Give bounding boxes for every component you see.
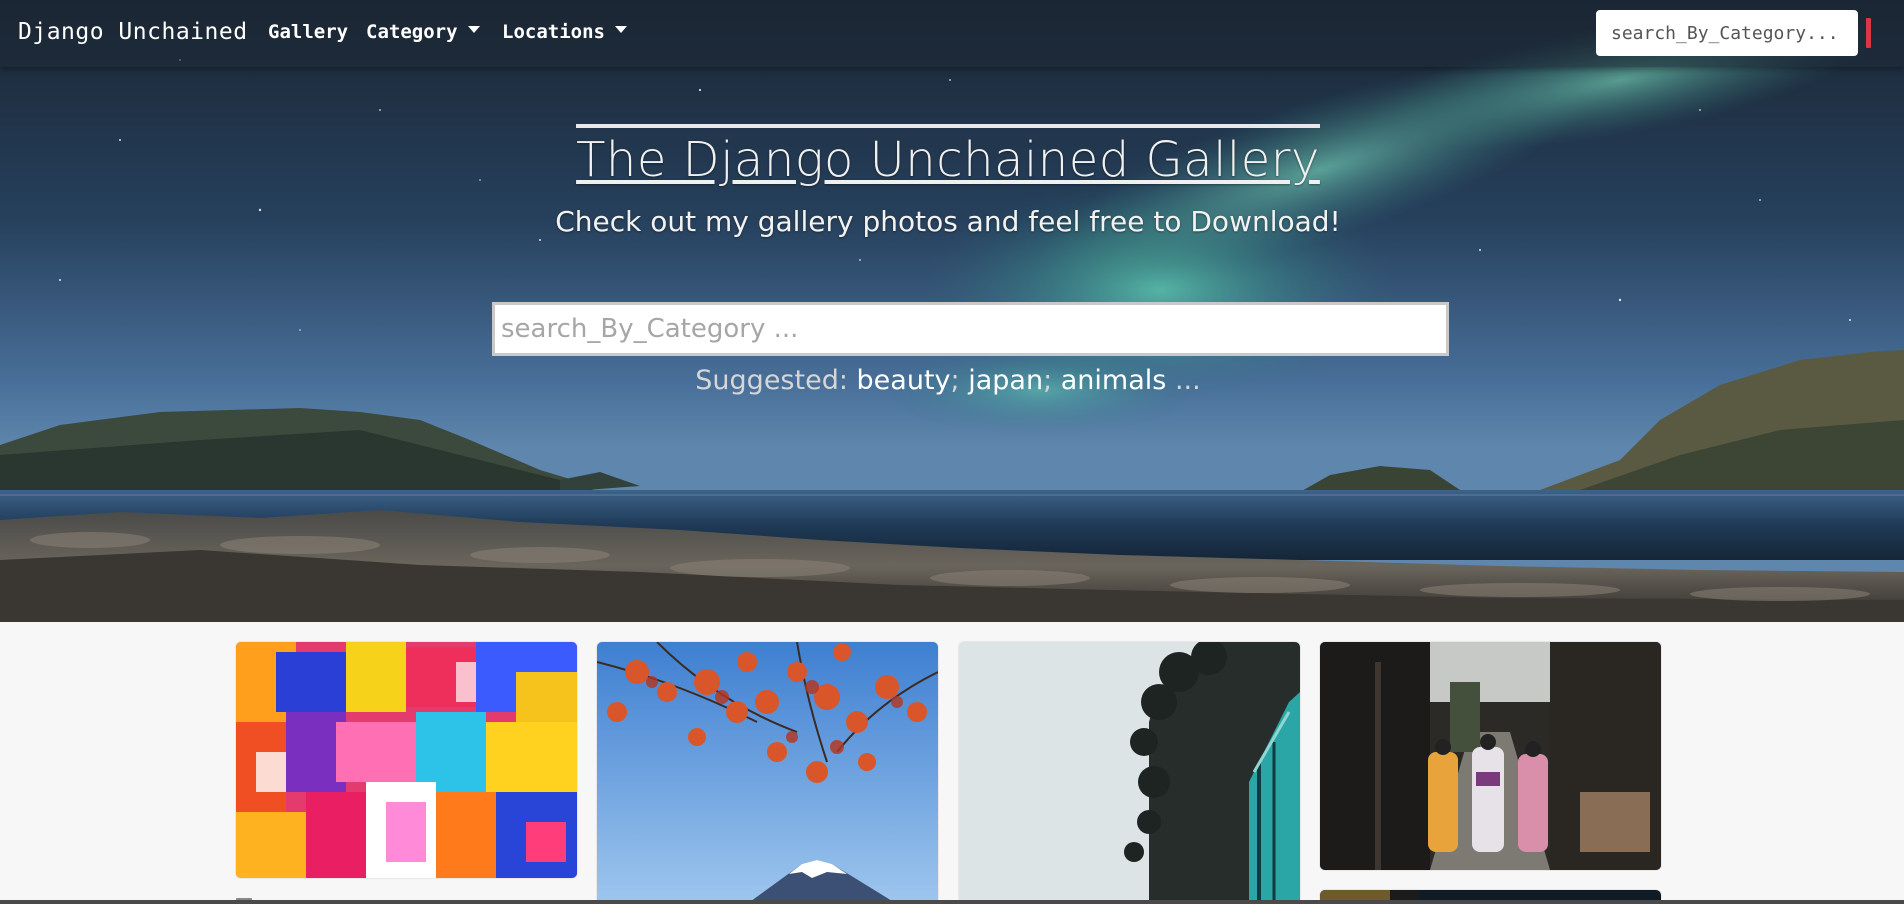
- suggested-label: Suggested:: [695, 365, 848, 396]
- navbar-search-input[interactable]: [1596, 10, 1858, 56]
- nav-locations-label: Locations: [502, 21, 605, 43]
- chevron-down-icon: [614, 26, 627, 33]
- horizontal-scrollbar[interactable]: [0, 900, 1904, 904]
- gallery-card-abstract[interactable]: [236, 642, 577, 878]
- gallery-card-kimono[interactable]: [1320, 642, 1661, 870]
- nav-gallery-link[interactable]: Gallery: [268, 21, 348, 43]
- suggested-tag-animals[interactable]: animals: [1061, 365, 1167, 396]
- nav-gallery-label: Gallery: [268, 21, 349, 43]
- gallery-card-fuji[interactable]: [597, 642, 938, 904]
- navbar: Django Unchained Gallery Category Locati…: [0, 0, 1904, 67]
- hero-subtitle: Check out my gallery photos and feel fre…: [555, 205, 1341, 238]
- search-submit-button[interactable]: [1866, 18, 1871, 48]
- gallery-card-forest[interactable]: [959, 642, 1300, 904]
- kimono-street-image: [1320, 642, 1661, 870]
- gallery-grid: [0, 622, 1904, 904]
- forest-train-image: [959, 642, 1300, 904]
- hero-title-wrapper: The Django Unchained Gallery: [0, 124, 1896, 188]
- abstract-painting-image: [236, 642, 577, 878]
- vertical-scrollbar[interactable]: [1896, 0, 1904, 904]
- nav-locations-dropdown[interactable]: Locations: [502, 21, 627, 43]
- suggested-more: ...: [1174, 365, 1201, 396]
- hero-search-input[interactable]: [492, 302, 1449, 356]
- brand-logo[interactable]: Django Unchained: [18, 19, 248, 45]
- hero-title: The Django Unchained Gallery: [576, 124, 1320, 188]
- page: Django Unchained Gallery Category Locati…: [0, 0, 1904, 904]
- hero-banner: Django Unchained Gallery Category Locati…: [0, 0, 1904, 622]
- suggested-tag-beauty[interactable]: beauty: [857, 365, 951, 396]
- suggested-tag-japan[interactable]: japan: [968, 365, 1043, 396]
- tag-separator: ;: [1043, 365, 1053, 396]
- tag-separator: ;: [950, 365, 960, 396]
- mount-fuji-maple-image: [597, 642, 938, 904]
- suggested-tags: Suggested: beauty; japan; animals ...: [0, 365, 1896, 396]
- chevron-down-icon: [467, 26, 480, 33]
- nav-category-dropdown[interactable]: Category: [366, 21, 480, 43]
- nav-category-label: Category: [366, 21, 458, 43]
